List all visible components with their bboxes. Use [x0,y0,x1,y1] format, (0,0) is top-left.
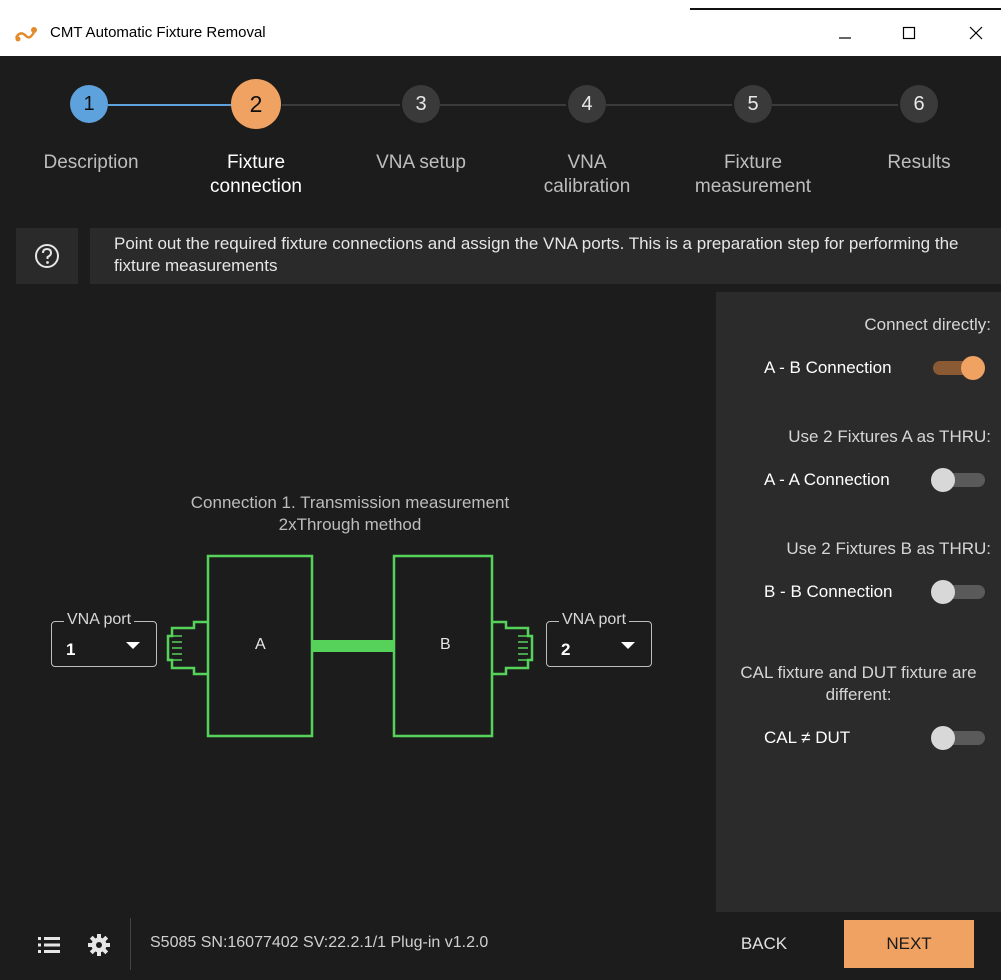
settings-button[interactable] [86,932,112,958]
connection-options-panel: Connect directly: A - B Connection Use 2… [716,292,1001,912]
step-3-circle[interactable]: 3 [402,85,440,123]
step-4-circle[interactable]: 4 [568,85,606,123]
back-button[interactable]: BACK [720,920,808,968]
step-1-label: Description [43,152,139,173]
minimize-icon [839,37,851,39]
vna-port-left-value: 1 [66,640,76,659]
step-5-label: Fixture measurement [694,152,812,197]
step-2-circle[interactable]: 2 [231,79,281,129]
step-6-label: Results [887,152,951,173]
vna-port-left-label: VNA port [64,610,135,630]
vna-port-left-select[interactable]: VNA port 1 [51,610,157,667]
option-4-caption: CAL fixture and DUT fixture are differen… [740,663,977,704]
fixture-b-label: B [440,636,451,653]
vna-port-right-label: VNA port [559,610,630,630]
toggle-thumb [931,580,955,604]
device-status: S5085 SN:16077402 SV:22.2.1/1 Plug-in v1… [150,934,489,951]
option-2-caption: Use 2 Fixtures A as THRU: [788,427,991,446]
step-connector [772,104,898,106]
step-4-label: VNA calibration [543,152,631,197]
vna-port-right-select[interactable]: VNA port 2 [546,610,652,667]
close-icon [969,26,983,40]
info-text: Point out the required fixture connectio… [114,234,959,275]
option-4-label: CAL ≠ DUT [764,728,851,747]
step-3-label: VNA setup [376,152,466,173]
close-button[interactable] [953,10,999,56]
option-1-caption: Connect directly: [864,315,991,334]
next-button[interactable]: NEXT [844,920,974,968]
main-area: 1 2 3 4 5 6 Description Fixture connecti… [0,56,1001,980]
title-bar: CMT Automatic Fixture Removal [0,10,1001,56]
step-connector [440,104,566,106]
step-6-circle[interactable]: 6 [900,85,938,123]
option-3-label: B - B Connection [764,582,893,601]
bb-connection-toggle[interactable] [931,577,987,607]
ab-connection-toggle[interactable] [931,353,987,383]
toggle-thumb [931,468,955,492]
app-icon [14,24,40,44]
toggle-thumb [961,356,985,380]
step-5-circle[interactable]: 5 [734,85,772,123]
connector-left [166,620,208,676]
question-circle-icon [35,244,59,268]
step-2-label: Fixture connection [210,152,302,197]
toggle-thumb [931,726,955,750]
step-connector [108,104,232,106]
gear-icon [88,934,110,956]
menu-button[interactable] [36,932,62,958]
option-2-label: A - A Connection [764,470,890,489]
step-connector [282,104,400,106]
chevron-down-icon [126,642,140,649]
cal-dut-toggle[interactable] [931,723,987,753]
chevron-down-icon [621,642,635,649]
help-button[interactable] [16,228,78,284]
list-icon [38,937,60,953]
aa-connection-toggle[interactable] [931,465,987,495]
connector-right [492,620,534,676]
step-connector [606,104,732,106]
window-title: CMT Automatic Fixture Removal [50,24,266,41]
footer: S5085 SN:16077402 SV:22.2.1/1 Plug-in v1… [0,912,1001,980]
maximize-button[interactable] [886,10,932,56]
maximize-icon [902,26,916,40]
minimize-button[interactable] [822,10,868,56]
connection-diagram: Connection 1. Transmission measurement 2… [0,292,710,912]
option-1-label: A - B Connection [764,358,892,377]
vna-port-right-value: 2 [561,640,571,659]
footer-divider [130,918,131,970]
info-box: Point out the required fixture connectio… [90,228,1001,284]
thru-line [312,640,394,652]
option-3-caption: Use 2 Fixtures B as THRU: [786,539,991,558]
step-1-circle[interactable]: 1 [70,85,108,123]
fixture-drawing [166,554,534,738]
fixture-a-label: A [255,636,266,653]
